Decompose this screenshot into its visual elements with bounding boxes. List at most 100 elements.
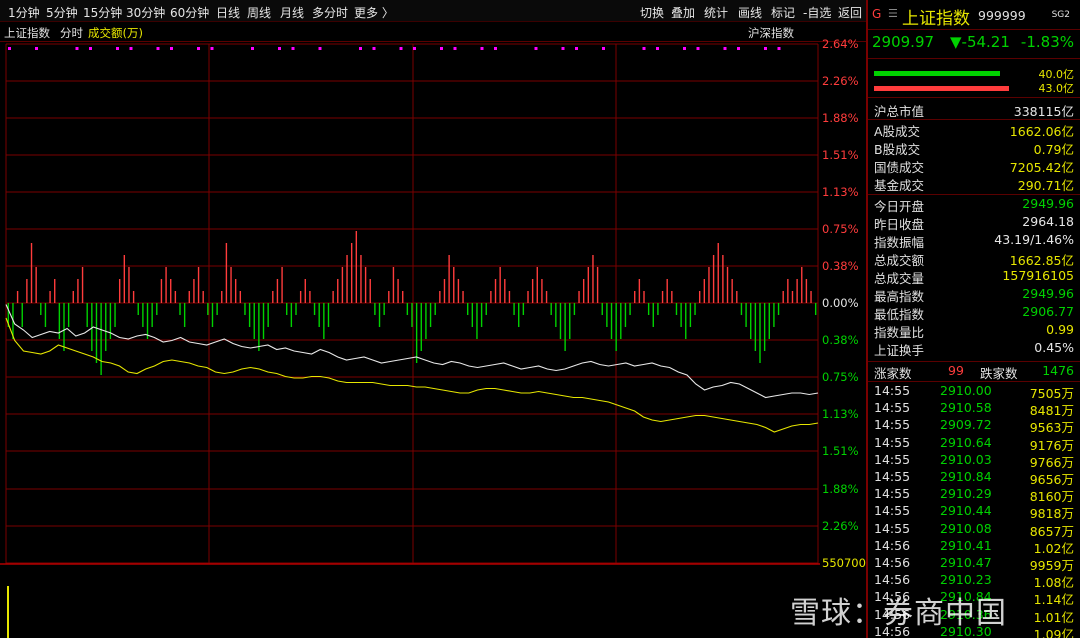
stat-value: 0.99 bbox=[1046, 322, 1074, 337]
stat-row: 最高指数 2949.96 bbox=[868, 285, 1080, 304]
tick-time: 14:55 bbox=[874, 469, 911, 484]
tick-price: 2910.08 bbox=[940, 520, 992, 536]
signal-marker bbox=[291, 47, 295, 50]
signal-marker bbox=[399, 47, 403, 50]
stat-value: 2964.18 bbox=[1022, 214, 1074, 229]
tick-volume: 9959万 bbox=[1029, 558, 1074, 573]
tick-row: 14:55 2910.03 9766万 bbox=[868, 451, 1080, 470]
average-price-line bbox=[5, 317, 819, 433]
axis-label: 1.51% bbox=[822, 444, 859, 458]
tick-row: 14:56 2910.41 1.02亿 bbox=[868, 537, 1080, 556]
signal-marker bbox=[480, 47, 484, 50]
tick-time: 14:56 bbox=[874, 537, 911, 553]
axis-label: 1.88% bbox=[822, 111, 859, 125]
stat-label: 上证换手 bbox=[874, 343, 925, 358]
tick-price: 2910.03 bbox=[940, 451, 992, 467]
advancers-label: 涨家数 bbox=[874, 366, 912, 381]
tick-price: 2909.72 bbox=[940, 417, 992, 433]
axis-label: 2.26% bbox=[822, 74, 859, 88]
stat-row: 今日开盘 2949.96 bbox=[868, 195, 1080, 214]
tick-time: 14:56 bbox=[874, 572, 911, 588]
signal-marker bbox=[170, 47, 173, 50]
stat-row: 最低指数 2906.77 bbox=[868, 303, 1080, 322]
decliners-label: 跌家数 bbox=[980, 366, 1018, 381]
tick-price: 2910.84 bbox=[940, 469, 992, 484]
volume-bar bbox=[7, 586, 9, 638]
signal-marker bbox=[440, 47, 443, 50]
signal-marker bbox=[129, 47, 133, 50]
stat-value: 43.19/1.46% bbox=[994, 232, 1074, 247]
signal-marker bbox=[561, 47, 565, 50]
watermark: 雪球：券商中国 bbox=[790, 596, 1007, 631]
tick-volume: 1.01亿 bbox=[1033, 609, 1074, 625]
stat-row: 指数振幅 43.19/1.46% bbox=[868, 231, 1080, 250]
signal-marker bbox=[453, 47, 457, 50]
volume-pane bbox=[0, 564, 820, 638]
tick-row: 14:55 2910.84 9656万 bbox=[868, 469, 1080, 487]
tick-row: 14:55 2909.72 9563万 bbox=[868, 417, 1080, 435]
stat-label: 基金成交 bbox=[874, 178, 925, 193]
tick-time: 14:55 bbox=[874, 417, 911, 433]
signal-marker bbox=[737, 47, 740, 50]
tick-time: 14:55 bbox=[874, 520, 911, 536]
down-volume-bar bbox=[874, 86, 1009, 91]
tick-price: 2910.47 bbox=[940, 555, 992, 570]
stat-value: 2906.77 bbox=[1022, 304, 1074, 319]
stat-row: 昨日收盘 2964.18 bbox=[868, 213, 1080, 232]
tick-time: 14:55 bbox=[874, 434, 911, 450]
signal-marker bbox=[278, 47, 281, 50]
axis-label: 1.13% bbox=[822, 185, 859, 199]
stat-value: 2949.96 bbox=[1022, 286, 1074, 301]
signal-marker bbox=[696, 47, 700, 50]
stat-value: 2949.96 bbox=[1022, 196, 1074, 211]
signal-marker bbox=[359, 47, 362, 50]
tick-price: 2910.58 bbox=[940, 400, 992, 416]
axis-label: 0.38% bbox=[822, 333, 859, 347]
tick-volume: 1.14亿 bbox=[1033, 592, 1074, 608]
stat-row: 指数量比 0.99 bbox=[868, 321, 1080, 340]
menu-icon[interactable]: ☰ bbox=[888, 7, 898, 20]
stat-value: 157916105 bbox=[1002, 268, 1074, 283]
stat-row: 上证换手 0.45% bbox=[868, 339, 1080, 358]
axis-label: 550700 bbox=[822, 556, 866, 570]
signal-marker bbox=[534, 47, 538, 50]
tick-row: 14:56 2910.23 1.08亿 bbox=[868, 572, 1080, 591]
stat-row: 沪总市值 338115亿 bbox=[868, 100, 1080, 119]
tick-volume: 9656万 bbox=[1029, 472, 1074, 487]
tick-volume: 8657万 bbox=[1029, 523, 1074, 539]
tick-price: 2910.23 bbox=[940, 572, 992, 588]
signal-marker bbox=[89, 47, 92, 50]
tick-volume: 7505万 bbox=[1029, 386, 1074, 401]
signal-marker bbox=[156, 47, 160, 50]
signal-marker bbox=[723, 47, 727, 50]
tick-row: 14:55 2910.64 9176万 bbox=[868, 434, 1080, 453]
signal-marker bbox=[210, 47, 214, 50]
g-icon[interactable]: G bbox=[872, 7, 881, 21]
tick-volume: 1.09亿 bbox=[1033, 626, 1074, 638]
axis-label: 0.75% bbox=[822, 222, 859, 236]
tick-volume: 8160万 bbox=[1029, 489, 1074, 505]
stat-row: A股成交 1662.06亿 bbox=[868, 120, 1080, 139]
signal-marker bbox=[251, 47, 254, 50]
tick-row: 14:55 2910.58 8481万 bbox=[868, 400, 1080, 418]
tick-time: 14:56 bbox=[874, 555, 911, 570]
index-name: 上证指数 bbox=[902, 9, 970, 29]
stat-value: 290.71亿 bbox=[1017, 178, 1074, 193]
signal-marker bbox=[35, 47, 38, 50]
stat-label: 沪总市值 bbox=[874, 104, 925, 119]
decliners-count: 1476 bbox=[1042, 363, 1074, 378]
sg2-tag: SG2 bbox=[1051, 10, 1070, 20]
tick-time: 14:55 bbox=[874, 503, 911, 519]
tick-price: 2910.64 bbox=[940, 434, 992, 450]
tick-volume: 9818万 bbox=[1029, 506, 1074, 522]
tick-price: 2910.41 bbox=[940, 537, 992, 553]
signal-marker bbox=[372, 47, 376, 50]
intraday-chart[interactable]: 2.64% 2.26% 1.88% 1.51% 1.13% 0.75% 0.38% 0.00%… bbox=[0, 0, 866, 638]
signal-marker bbox=[764, 47, 767, 50]
tick-volume: 9176万 bbox=[1029, 437, 1074, 453]
tick-volume: 1.08亿 bbox=[1033, 575, 1074, 591]
last-price: 2909.97 bbox=[872, 33, 935, 51]
tick-row: 14:55 2910.29 8160万 bbox=[868, 486, 1080, 505]
tick-time: 14:55 bbox=[874, 400, 911, 416]
tick-volume: 1.02亿 bbox=[1033, 540, 1074, 556]
